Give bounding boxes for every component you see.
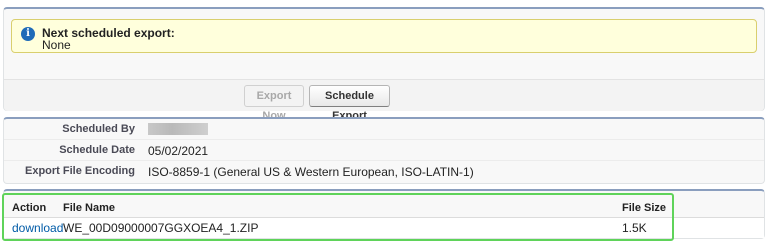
table-row: download WE_00D09000007GGXOEA4_1.ZIP 1.5… <box>4 218 764 238</box>
schedule-notice: i Next scheduled export: None <box>11 19 757 53</box>
file-name-cell: WE_00D09000007GGXOEA4_1.ZIP <box>63 221 259 235</box>
redacted-user-name <box>148 123 208 135</box>
encoding-label: Export File Encoding <box>24 165 135 177</box>
export-files-panel: Action File Name File Size download WE_0… <box>3 189 765 239</box>
schedule-date-value: 05/02/2021 <box>148 144 209 158</box>
export-details-panel: Scheduled By Schedule Date 05/02/2021 Ex… <box>3 117 765 184</box>
column-header-action: Action <box>12 202 47 214</box>
column-header-file-size: File Size <box>622 202 667 214</box>
file-size-cell: 1.5K <box>622 221 647 235</box>
table-header: Action File Name File Size <box>4 198 764 218</box>
column-header-file-name: File Name <box>63 202 115 214</box>
notice-value: None <box>42 38 71 52</box>
scheduled-by-label: Scheduled By <box>62 123 135 135</box>
detail-row-schedule-date: Schedule Date 05/02/2021 <box>4 140 764 161</box>
schedule-date-label: Schedule Date <box>59 144 135 156</box>
export-schedule-panel: i Next scheduled export: None Export Now… <box>3 7 765 122</box>
detail-row-scheduled-by: Scheduled By <box>4 119 764 140</box>
detail-row-encoding: Export File Encoding ISO-8859-1 (General… <box>4 161 764 182</box>
download-link[interactable]: download <box>12 221 63 235</box>
schedule-export-button[interactable]: Schedule Export <box>309 85 390 122</box>
info-icon: i <box>21 27 35 41</box>
encoding-value: ISO-8859-1 (General US & Western Europea… <box>148 165 474 179</box>
button-bar: Export Now Schedule Export <box>4 80 764 122</box>
export-now-button[interactable]: Export Now <box>244 85 304 122</box>
